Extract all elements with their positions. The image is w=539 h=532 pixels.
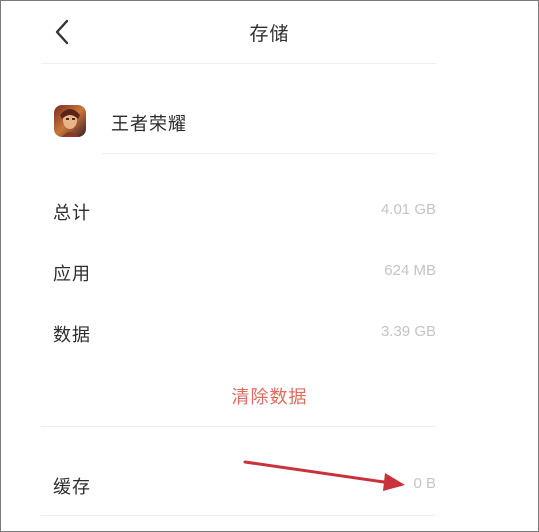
cache-value: 0 B [413,475,436,492]
storage-screen: 存储 王者荣耀 总计 4.01 GB 应用 624 MB 数据 3.39 GB … [0,0,539,532]
storage-row-app: 应用 624 MB [1,260,538,290]
storage-row-total: 总计 4.01 GB [1,199,538,229]
page-title: 存储 [249,23,290,45]
app-icon [54,105,86,137]
annotation-arrow-icon [243,460,405,491]
cache-label: 缓存 [53,477,91,498]
storage-row-value: 3.39 GB [380,323,436,340]
storage-row-label: 总计 [53,203,91,224]
header-divider [41,63,436,64]
section-divider [41,426,436,427]
clear-data-button[interactable]: 清除数据 [1,383,538,409]
storage-row-value: 4.01 GB [380,201,436,218]
storage-row-label: 数据 [53,325,91,346]
storage-row-value: 624 MB [384,262,436,279]
storage-row-label: 应用 [53,264,91,285]
app-name: 王者荣耀 [111,114,187,135]
bottom-divider [41,515,436,516]
app-divider [101,153,436,154]
storage-row-data: 数据 3.39 GB [1,321,538,351]
